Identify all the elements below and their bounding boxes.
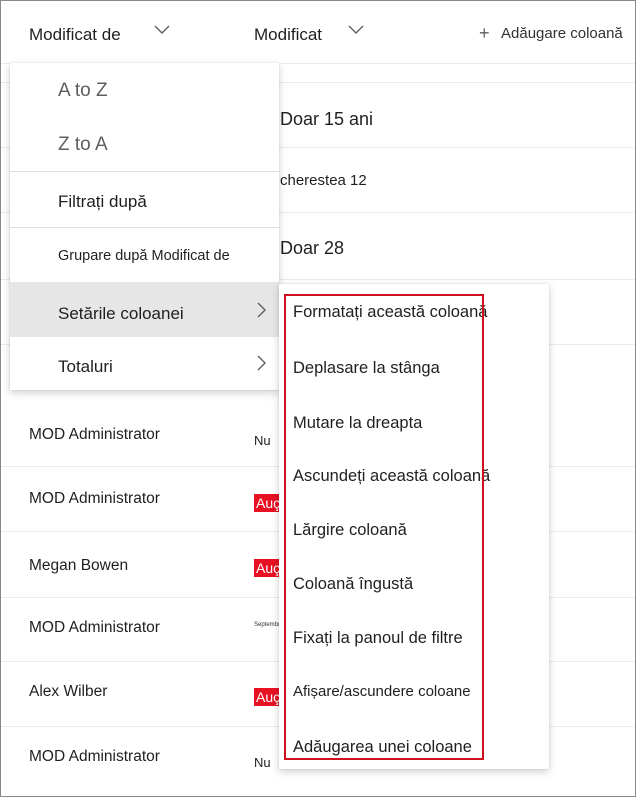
- menu-item-label: Z to A: [58, 134, 108, 155]
- chevron-down-icon[interactable]: [348, 23, 364, 35]
- add-column-button[interactable]: + Adăugare coloană: [479, 23, 623, 43]
- cell-modified: Doar 28: [280, 238, 345, 258]
- submenu-item-hide-column[interactable]: Ascundeți această coloană: [293, 467, 490, 486]
- cell-modified: cherestea 12: [280, 172, 367, 189]
- list-view: Modificat de Modificat + Adăugare coloană…: [0, 0, 636, 797]
- chevron-right-icon: [255, 354, 267, 372]
- status-badge: Auç: [254, 494, 282, 512]
- cell-modified: Nu: [254, 755, 271, 770]
- column-header-modified[interactable]: Modificat: [254, 25, 322, 45]
- menu-item-column-settings[interactable]: Setările coloanei: [10, 282, 279, 337]
- menu-item-label: Totaluri: [58, 357, 113, 376]
- menu-item-label: Filtrați după: [58, 192, 147, 211]
- column-settings-submenu: Formatați această coloană Deplasare la s…: [279, 284, 549, 769]
- submenu-item-move-left[interactable]: Deplasare la stânga: [293, 359, 440, 378]
- cell-modified-by: MOD Administrator: [29, 426, 160, 443]
- submenu-item-move-right[interactable]: Mutare la dreapta: [293, 414, 422, 433]
- menu-divider: [10, 171, 279, 172]
- menu-item-label: A to Z: [58, 80, 108, 101]
- cell-modified-by: MOD Administrator: [29, 490, 160, 507]
- menu-item-filter-by[interactable]: Filtrați după: [10, 173, 279, 227]
- column-header-row: Modificat de Modificat + Adăugare coloană: [1, 1, 635, 64]
- chevron-right-icon: [255, 301, 267, 319]
- submenu-item-add-column[interactable]: Adăugarea unei coloane: [293, 738, 472, 757]
- menu-item-group-by[interactable]: Grupare după Modificat de: [10, 228, 279, 282]
- cell-modified: Doar 15 ani: [280, 109, 374, 129]
- menu-item-sort-az[interactable]: A to Z: [10, 63, 279, 117]
- plus-icon: +: [479, 23, 490, 43]
- submenu-item-show-hide-columns[interactable]: Afișare/ascundere coloane: [293, 683, 471, 700]
- menu-item-label: Grupare după Modificat de: [58, 248, 230, 264]
- cell-modified-by: MOD Administrator: [29, 748, 160, 765]
- menu-item-totals[interactable]: Totaluri: [10, 337, 279, 390]
- menu-item-sort-za[interactable]: Z to A: [10, 117, 279, 171]
- submenu-item-format-column[interactable]: Formatați această coloană: [293, 303, 487, 322]
- menu-item-label: Setările coloanei: [58, 304, 184, 323]
- submenu-item-widen-column[interactable]: Lărgire coloană: [293, 521, 407, 540]
- column-header-modified-by[interactable]: Modificat de: [29, 25, 121, 45]
- cell-modified-by: Megan Bowen: [29, 557, 129, 574]
- submenu-item-pin-to-filters[interactable]: Fixați la panoul de filtre: [293, 629, 463, 648]
- status-badge: Auç: [254, 688, 282, 706]
- add-column-label: Adăugare coloană: [501, 25, 623, 42]
- chevron-down-icon[interactable]: [154, 23, 170, 35]
- cell-modified: Nu: [254, 433, 271, 448]
- column-context-menu: A to Z Z to A Filtrați după Grupare după…: [10, 63, 279, 390]
- status-badge: Auç: [254, 559, 282, 577]
- cell-modified-by: Alex Wilber: [29, 683, 108, 700]
- submenu-item-narrow-column[interactable]: Coloană îngustă: [293, 575, 413, 594]
- cell-modified-by: MOD Administrator: [29, 619, 160, 636]
